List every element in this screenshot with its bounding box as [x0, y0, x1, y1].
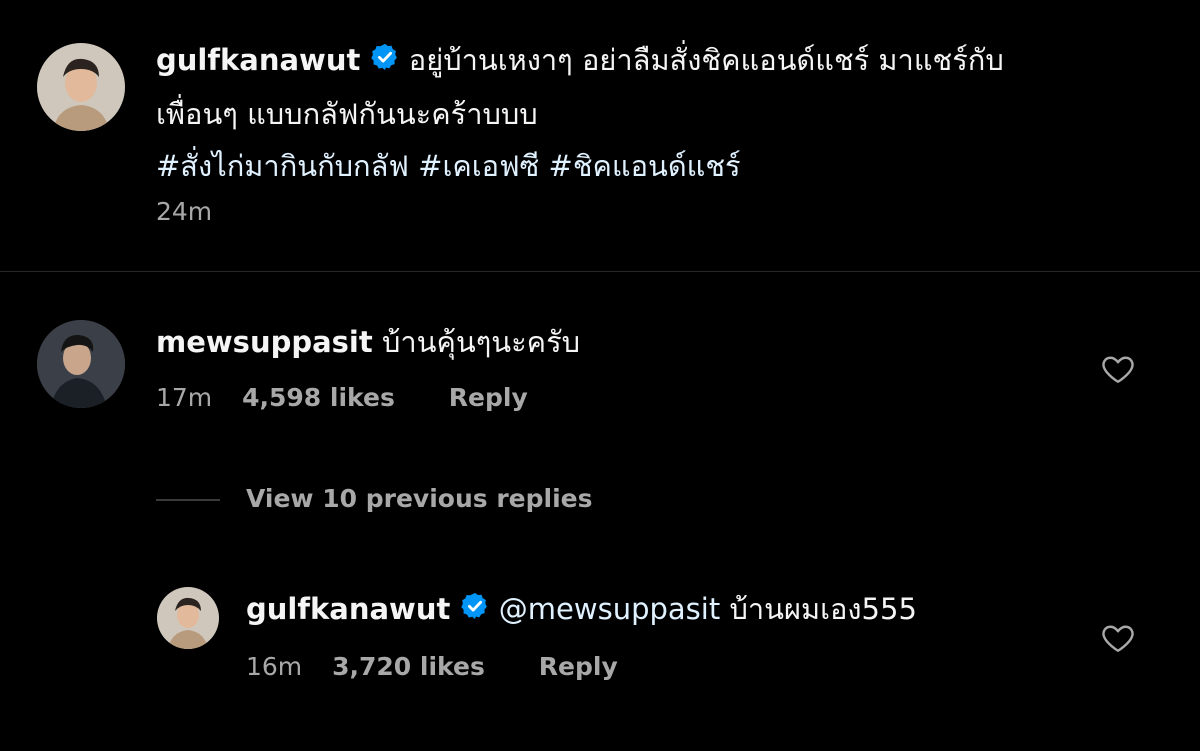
comment-reply-button[interactable]: Reply [449, 383, 528, 412]
comment-line: mewsuppasit บ้านคุ้นๆนะครับ [156, 320, 580, 364]
avatar-image [37, 320, 125, 408]
hashtag-link[interactable]: #เคเอฟซี [418, 149, 539, 183]
caption-divider [0, 271, 1200, 272]
heart-outline-icon [1102, 625, 1134, 652]
reply-text: บ้านผมเอง555 [729, 592, 917, 626]
caption-avatar[interactable] [37, 43, 125, 131]
view-previous-replies-button[interactable]: View 10 previous replies [246, 484, 592, 513]
hashtag-link[interactable]: #ชิคแอนด์แชร์ [549, 149, 741, 183]
reply-username[interactable]: gulfkanawut [246, 592, 450, 626]
caption-line-1: gulfkanawut อยู่บ้านเหงาๆ อย่าลืมสั่งชิค… [156, 34, 1156, 88]
verified-badge-icon [370, 36, 400, 88]
heart-outline-icon [1102, 356, 1134, 383]
caption-text-block: gulfkanawut อยู่บ้านเหงาๆ อย่าลืมสั่งชิค… [156, 34, 1156, 192]
reply-likes[interactable]: 3,720 likes [332, 652, 485, 681]
replies-divider-line [156, 499, 220, 501]
reply-meta: 16m 3,720 likes Reply [246, 652, 618, 681]
reply-like-button[interactable] [1100, 620, 1136, 656]
caption-text-line-1: อยู่บ้านเหงาๆ อย่าลืมสั่งชิคแอนด์แชร์ มา… [408, 43, 1004, 77]
comment-like-button[interactable] [1100, 351, 1136, 387]
verified-badge-icon [460, 589, 490, 633]
comment-timestamp: 17m [156, 383, 213, 412]
avatar-image [37, 43, 125, 131]
avatar-image [157, 587, 219, 649]
caption-timestamp: 24m [156, 197, 213, 226]
reply-avatar[interactable] [157, 587, 219, 649]
comment-avatar[interactable] [37, 320, 125, 408]
reply-timestamp: 16m [246, 652, 303, 681]
comment-username[interactable]: mewsuppasit [156, 325, 373, 359]
caption-username[interactable]: gulfkanawut [156, 43, 360, 77]
comment-meta: 17m 4,598 likes Reply [156, 383, 528, 412]
hashtag-link[interactable]: #สั่งไก่มากินกับกลัฟ [156, 149, 409, 183]
reply-mention-link[interactable]: @mewsuppasit [499, 592, 720, 626]
comment-text: บ้านคุ้นๆนะครับ [381, 325, 581, 359]
caption-text-line-2: เพื่อนๆ แบบกลัฟกันนะคร้าบบบ [156, 97, 538, 131]
reply-reply-button[interactable]: Reply [539, 652, 618, 681]
reply-line: gulfkanawut @mewsuppasit บ้านผมเอง555 [246, 587, 917, 633]
caption-line-2: เพื่อนๆ แบบกลัฟกันนะคร้าบบบ [156, 88, 1156, 140]
comment-likes[interactable]: 4,598 likes [242, 383, 395, 412]
caption-hashtags: #สั่งไก่มากินกับกลัฟ #เคเอฟซี #ชิคแอนด์แ… [156, 140, 1156, 192]
